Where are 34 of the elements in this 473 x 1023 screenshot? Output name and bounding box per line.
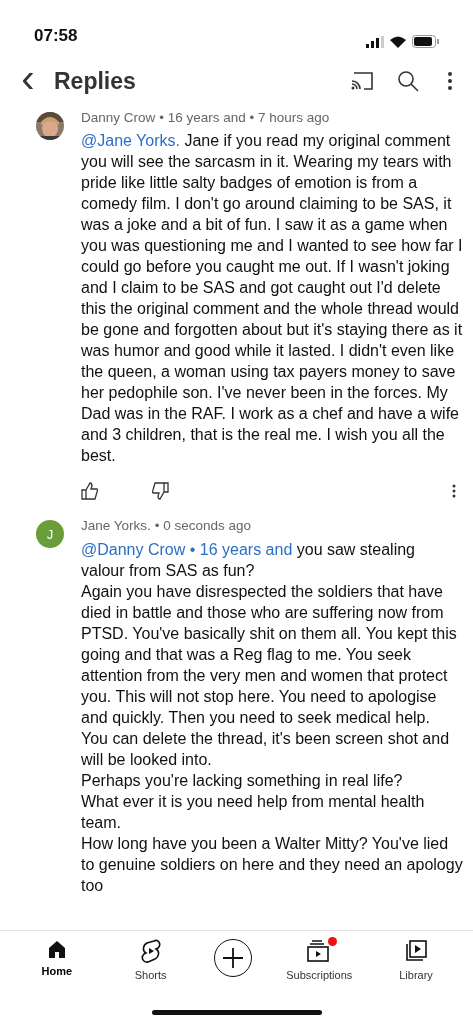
dislike-button[interactable] <box>151 482 169 501</box>
comment-author: Danny Crow <box>81 109 156 127</box>
thumbs-down-icon <box>151 482 169 501</box>
comment-author: Jane Yorks. <box>81 517 151 536</box>
nav-tab[interactable]: Shorts <box>120 939 181 984</box>
comment-meta: • 16 years and • 7 hours ago <box>159 109 330 127</box>
nav-tab[interactable]: Home <box>26 939 87 980</box>
mention-link[interactable]: @Jane Yorks. <box>81 132 180 150</box>
signal-icon <box>366 35 384 48</box>
thumbs-up-icon <box>81 482 99 501</box>
page-title: Replies <box>54 66 137 96</box>
mention-link[interactable]: @Danny Crow • 16 years and <box>81 540 293 558</box>
comment-more-button[interactable] <box>451 483 457 500</box>
more-icon <box>452 484 456 499</box>
home-icon <box>46 939 67 959</box>
library-icon <box>404 939 429 963</box>
plus-icon <box>222 947 245 969</box>
wifi-icon <box>390 35 406 48</box>
more-button[interactable] <box>445 70 455 92</box>
nav-tab[interactable]: Subscriptions <box>286 939 353 984</box>
search-button[interactable] <box>395 68 421 94</box>
comment-text: @Danny Crow • 16 years and you saw stealing valour from SAS as fun? Again you have disrespected the soldiers that have died in battle and those who are suffering now from PTSD. You've basically shit on them all. You kept this going and that was a Reg flag to me. You seek attention from the very men and women that protect you. This will not stop here. You need to apologise and quickly. Then you need to seek medical help. You can delete the thread, it's been screen shot and will be looked into. Perhaps you're lacking something in real life? What ever it is you need help from mental health team. How long have you been a Walter Mitty? You've lied to genuine soldiers on here and they need an apology too <box>81 539 463 896</box>
more-icon <box>448 72 452 90</box>
shorts-icon <box>139 939 162 963</box>
comment-text: @Jane Yorks. Jane if you read my original comment you will see the sarcasm in it. Wearing my tears with pride like little salty badges of emotion is from a comedy film. I don't go around claiming to be SAS, it was a joke and a bit of fun. I saw it as a game when you was questioning me and I wanted to see how far I could go before you caught me out. If I wasn't joking and I claim to be SAS and got caught out I'd delete this the original comment and the whole thread would be gone and forgotten about but it's staying there as it was humor and good while it lasted. I didn't even like the queen, a woman using tax payers money to save her pedophile son. I've never been in the forces. My Dad was in the RAF. I work as a chef and have a wife and 3 children, that is the real me. I wish you all the best. <box>81 131 463 467</box>
search-icon <box>397 70 419 92</box>
avatar: J <box>36 520 64 549</box>
back-button[interactable]: ‹ <box>18 58 38 98</box>
battery-icon <box>412 35 439 48</box>
like-button[interactable] <box>81 482 99 501</box>
status-time: 07:58 <box>34 24 78 47</box>
comment-meta: • 0 seconds ago <box>154 517 252 536</box>
cast-icon <box>350 71 374 91</box>
nav-tab[interactable]: Library <box>386 939 447 984</box>
